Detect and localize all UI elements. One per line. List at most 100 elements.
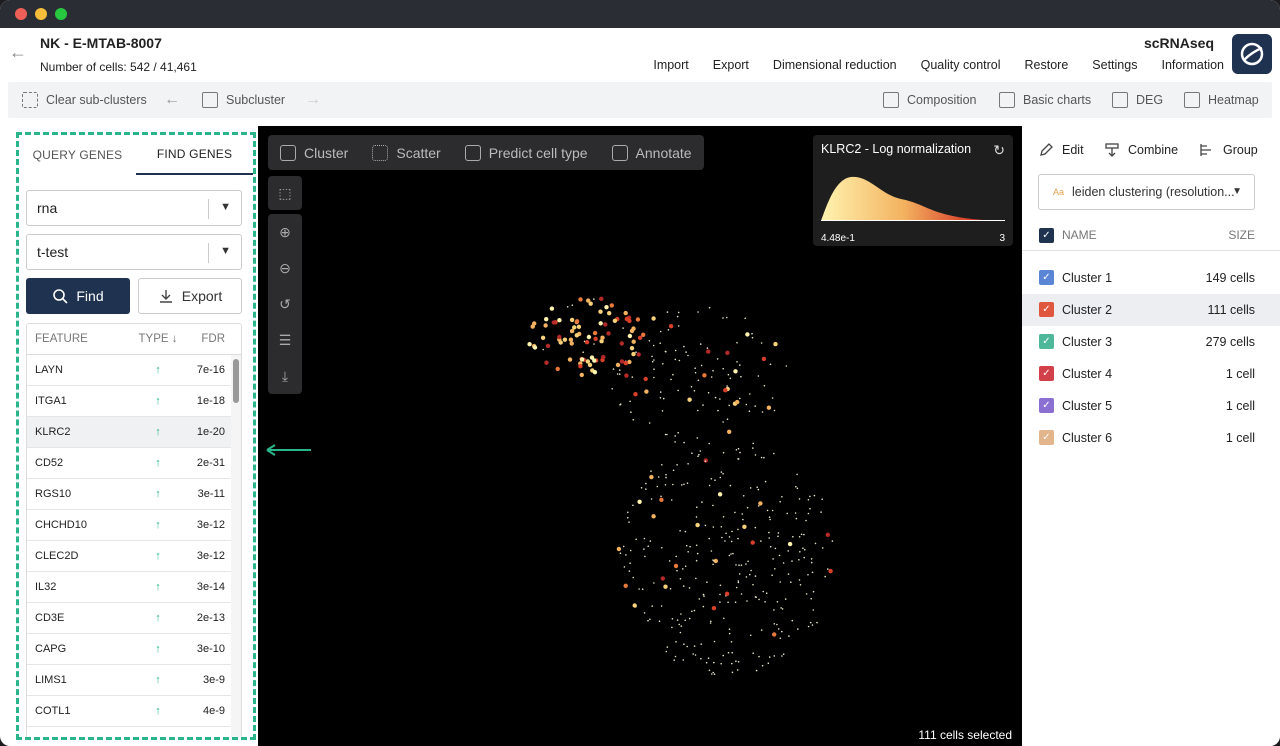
cluster-checkbox[interactable]: ✓ — [1039, 270, 1054, 285]
scatter-plot-area[interactable]: Cluster Scatter Predict cell type Annota… — [258, 126, 1022, 746]
cell-point — [778, 554, 781, 557]
tab-find-genes[interactable]: FIND GENES — [136, 135, 253, 175]
subcluster-button[interactable]: Subcluster — [202, 82, 285, 118]
group-icon — [1200, 144, 1211, 156]
cell-point — [699, 343, 702, 345]
predict-cell-type-tool[interactable]: Predict cell type — [453, 144, 600, 161]
table-row[interactable]: CAPG ↑ 3e-10 — [27, 634, 241, 665]
cell-point — [685, 351, 687, 353]
redo-arrow-icon[interactable]: → — [305, 82, 321, 118]
cluster-row[interactable]: ✓ Cluster 4 1 cell — [1022, 358, 1280, 390]
clustering-dropdown[interactable]: Aa leiden clustering (resolution... ▼ — [1038, 174, 1255, 210]
cluster-checkbox[interactable]: ✓ — [1039, 366, 1054, 381]
composition-button[interactable]: Composition — [883, 82, 976, 118]
cell-point — [578, 297, 583, 302]
cell-point — [661, 410, 664, 412]
group-button[interactable]: Group — [1199, 142, 1258, 158]
table-row[interactable]: CD3E ↑ 2e-13 — [27, 603, 241, 634]
cell-point — [787, 573, 790, 575]
menu-quality-control[interactable]: Quality control — [921, 58, 1001, 72]
table-row[interactable]: KLRC2 ↑ 1e-20 — [27, 417, 241, 448]
cell-point — [777, 535, 779, 538]
cell-point — [627, 333, 633, 339]
undo-arrow-icon[interactable]: ← — [164, 82, 180, 118]
brand-name: scRNAseq — [1143, 35, 1214, 51]
combine-button[interactable]: Combine — [1104, 142, 1178, 158]
cell-point — [755, 596, 757, 598]
heatmap-button[interactable]: Heatmap — [1184, 82, 1259, 118]
cell-point — [805, 593, 808, 595]
cell-point — [606, 331, 611, 336]
menu-information[interactable]: Information — [1161, 58, 1224, 72]
cluster-checkbox[interactable]: ✓ — [1039, 398, 1054, 413]
table-row[interactable]: LIMS1 ↑ 3e-9 — [27, 665, 241, 696]
modality-select[interactable]: rna ▼ — [26, 190, 242, 226]
scrollbar-thumb[interactable] — [233, 359, 239, 403]
reset-icon[interactable]: ↻ — [993, 142, 1005, 159]
save-image-icon[interactable]: ⤓ — [277, 368, 293, 384]
table-row[interactable]: CHCHD10 ↑ 3e-12 — [27, 510, 241, 541]
cell-point — [687, 397, 692, 402]
close-window-button[interactable] — [15, 8, 27, 20]
find-label: Find — [76, 288, 104, 304]
table-row[interactable]: ITGA1 ↑ 1e-18 — [27, 386, 241, 417]
cluster-row[interactable]: ✓ Cluster 2 111 cells — [1022, 294, 1280, 326]
cell-point — [782, 653, 785, 655]
cell-point — [703, 458, 708, 463]
menu-settings[interactable]: Settings — [1092, 58, 1137, 72]
zoom-window-button[interactable] — [55, 8, 67, 20]
menu-import[interactable]: Import — [653, 58, 688, 72]
menu-restore[interactable]: Restore — [1025, 58, 1069, 72]
test-select[interactable]: t-test ▼ — [26, 234, 242, 270]
table-row[interactable]: COTL1 ↑ 4e-9 — [27, 696, 241, 727]
scatter-tool[interactable]: Scatter — [360, 144, 452, 161]
table-scrollbar[interactable] — [231, 355, 241, 737]
table-row[interactable]: CD52 ↑ 2e-31 — [27, 448, 241, 479]
cluster-checkbox[interactable]: ✓ — [1039, 334, 1054, 349]
fdr-column-header[interactable]: FDR — [183, 333, 233, 345]
zoom-out-icon[interactable]: ⊖ — [277, 260, 293, 276]
type-column-header[interactable]: TYPE ↓ — [133, 333, 183, 345]
cell-point — [719, 593, 721, 596]
minimize-window-button[interactable] — [35, 8, 47, 20]
table-row[interactable]: CLEC2D ↑ 3e-12 — [27, 541, 241, 572]
back-arrow-icon[interactable]: ← — [8, 42, 28, 63]
cell-point — [665, 473, 667, 476]
lasso-tool[interactable]: ⬚ — [268, 176, 302, 210]
cluster-row[interactable]: ✓ Cluster 5 1 cell — [1022, 390, 1280, 422]
menu-export[interactable]: Export — [713, 58, 749, 72]
zoom-in-icon[interactable]: ⊕ — [277, 224, 293, 240]
cell-point — [645, 482, 647, 485]
cell-point — [695, 559, 698, 562]
deg-button[interactable]: DEG — [1112, 82, 1163, 118]
cell-point — [810, 597, 812, 600]
table-row[interactable]: LAYN ↑ 7e-16 — [27, 355, 241, 386]
basic-charts-button[interactable]: Basic charts — [999, 82, 1091, 118]
cell-point — [722, 473, 724, 475]
tab-query-genes[interactable]: QUERY GENES — [19, 135, 136, 175]
cell-point — [691, 610, 693, 613]
export-button[interactable]: Export — [138, 278, 242, 314]
cluster-row[interactable]: ✓ Cluster 3 279 cells — [1022, 326, 1280, 358]
cell-point — [735, 586, 738, 589]
cell-point — [738, 573, 741, 575]
cell-point — [708, 442, 710, 445]
find-button[interactable]: Find — [26, 278, 130, 314]
table-row[interactable]: IL32 ↑ 3e-14 — [27, 572, 241, 603]
settings-sliders-icon[interactable]: ☰ — [277, 332, 293, 348]
cluster-tool[interactable]: Cluster — [268, 144, 360, 161]
menu-dimensional-reduction[interactable]: Dimensional reduction — [773, 58, 897, 72]
reset-zoom-icon[interactable]: ↺ — [277, 296, 293, 312]
edit-button[interactable]: Edit — [1038, 142, 1084, 158]
feature-column-header[interactable]: FEATURE — [27, 333, 133, 345]
cell-point — [664, 350, 667, 353]
table-row[interactable]: RGS10 ↑ 3e-11 — [27, 479, 241, 510]
cluster-checkbox[interactable]: ✓ — [1039, 302, 1054, 317]
clear-subclusters-button[interactable]: Clear sub-clusters — [22, 82, 147, 118]
cluster-row[interactable]: ✓ Cluster 6 1 cell — [1022, 422, 1280, 454]
cluster-checkbox[interactable]: ✓ — [1039, 430, 1054, 445]
annotate-tool[interactable]: Annotate — [600, 144, 704, 161]
cell-point — [624, 373, 629, 378]
cluster-row[interactable]: ✓ Cluster 1 149 cells — [1022, 262, 1280, 294]
cluster-size: 1 cell — [1225, 367, 1255, 381]
